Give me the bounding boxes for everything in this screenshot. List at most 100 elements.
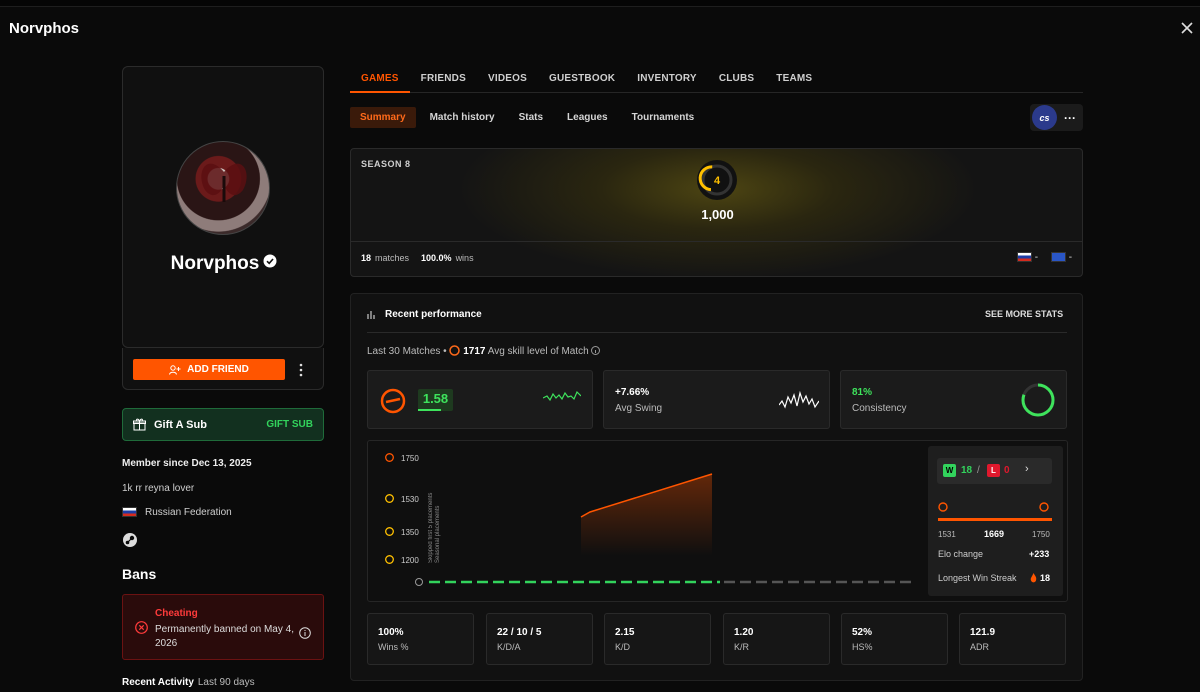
stat-kda: 22 / 10 / 5 K/D/A [486,613,593,665]
chart-info-icon[interactable] [415,578,423,586]
win-streak-value: 18 [1040,573,1051,583]
elo-range-min: 1531 [938,530,956,539]
verified-icon [263,254,277,268]
tab-teams[interactable]: TEAMS [765,66,823,93]
info-icon[interactable] [591,346,601,355]
elo-area [581,474,712,556]
tab-games[interactable]: GAMES [350,66,410,93]
performance-divider [367,332,1067,333]
win-count: 18 [961,465,973,476]
profile-card: Norvphos [122,66,324,348]
russia-flag-icon [1017,252,1032,263]
subtab-leagues[interactable]: Leagues [557,107,618,128]
kd-card: 1.58 [367,370,593,429]
subtab-stats[interactable]: Stats [509,107,553,128]
consistency-label: Consistency [852,403,907,414]
more-dots-icon[interactable]: ··· [1064,112,1076,124]
recent-performance-panel: Recent performance SEE MORE STATS Last 3… [350,293,1083,681]
tab-guestbook[interactable]: GUESTBOOK [538,66,626,93]
range-min-level-icon [938,502,948,512]
consistency-card: 81% Consistency [840,370,1067,429]
ban-card: Cheating Permanently banned on May 4, 20… [122,594,324,660]
ban-icon [135,621,148,634]
win-loss-sep: / [977,465,980,476]
profile-name: Norvphos [123,253,325,275]
season-stats: 18 matches 100.0% wins [361,253,474,263]
ban-type: Cheating [155,608,198,619]
cs2-logo-icon: cs [1032,105,1057,130]
steam-icon[interactable] [122,532,138,548]
europe-flag-icon [1051,252,1066,263]
gift-sub-card[interactable]: Gift A Sub GIFT SUB [122,408,324,441]
game-selector[interactable]: cs ··· [1030,104,1083,131]
elo-range-max: 1750 [1032,530,1050,539]
skill-level-value: 4 [714,175,721,187]
kd-underline [418,409,441,411]
last-matches-row: Last 30 Matches • 1717 Avg skill level o… [367,345,601,357]
swing-card: +7.66% Avg Swing [603,370,830,429]
stat-adr: 121.9 ADR [959,613,1066,665]
info-icon[interactable] [299,627,311,639]
win-loss-panel: W 18 / L 0 › 1531 1669 1750 Elo change +… [928,446,1063,596]
stat-hs: 52% HS% [841,613,948,665]
skill-level-icon [449,345,461,356]
performance-title: Recent performance [385,309,482,320]
win-streak-label: Longest Win Streak [938,573,1017,583]
main-tabs: GAMES FRIENDS VIDEOS GUESTBOOK INVENTORY… [350,66,1083,93]
kd-value: 1.58 [418,389,453,411]
chevron-right-icon: › [1025,463,1029,475]
avatar [176,141,270,235]
gauge-icon [380,388,406,414]
gift-icon [133,418,146,431]
swing-label: Avg Swing [615,403,663,414]
fire-icon [1030,573,1037,583]
see-more-stats-link[interactable]: SEE MORE STATS [985,309,1063,319]
swing-sparkline [779,390,819,409]
range-max-level-icon [1039,502,1049,512]
subtab-match-history[interactable]: Match history [420,107,505,128]
tab-clubs[interactable]: CLUBS [708,66,765,93]
consistency-ring [1021,383,1055,417]
tab-friends[interactable]: FRIENDS [410,66,477,93]
season-divider [351,241,1082,242]
stat-kr: 1.20 K/R [723,613,830,665]
gift-label: Gift A Sub [154,418,207,431]
russia-flag-icon [122,507,137,518]
elo-change-label: Elo change [938,549,984,559]
member-since: Member since Dec 13, 2025 [122,458,252,469]
bar-chart-icon [367,311,375,319]
win-loss-toggle[interactable]: W 18 / L 0 › [937,458,1052,484]
window-top-bar [0,0,1200,7]
ban-detail: Permanently banned on May 4, 2026 [155,624,294,649]
season-card: SEASON 8 4 1,000 18 matches 100.0% wins - - [350,148,1083,277]
loss-badge: L [987,464,1000,477]
loss-count: 0 [1004,465,1010,476]
subtab-tournaments[interactable]: Tournaments [622,107,705,128]
season-elo: 1,000 [701,207,734,222]
recent-activity: Recent Activity Last 90 days [122,677,255,688]
tab-inventory[interactable]: INVENTORY [626,66,708,93]
tab-videos[interactable]: VIDEOS [477,66,538,93]
subtab-summary[interactable]: Summary [350,107,416,128]
stat-wins: 100% Wins % [367,613,474,665]
kd-sparkline [543,390,581,402]
win-badge: W [943,464,956,477]
close-icon[interactable] [1178,19,1196,37]
elo-range-bar [938,518,1052,521]
elo-chart: 1750 1530 1350 1200 Skipped first 5 plac… [367,440,1068,602]
gift-sub-button[interactable]: GIFT SUB [266,419,313,430]
bio: 1k rr reyna lover [122,483,195,494]
more-options-icon[interactable] [296,362,306,378]
region-rank-eu: - [1051,252,1072,263]
swing-value: +7.66% [615,387,650,398]
add-friend-button[interactable]: ADD FRIEND [133,359,285,380]
elo-change-value: +233 [1029,549,1050,559]
bans-heading: Bans [122,566,157,582]
elo-current: 1669 [984,529,1005,539]
window-title: Norvphos [9,20,80,37]
elo-line-svg [415,473,916,586]
add-user-icon [169,364,181,375]
skill-level-icon: 4 [697,160,737,200]
sub-tabs: Summary Match history Stats Leagues Tour… [350,107,704,128]
country: Russian Federation [122,507,232,518]
